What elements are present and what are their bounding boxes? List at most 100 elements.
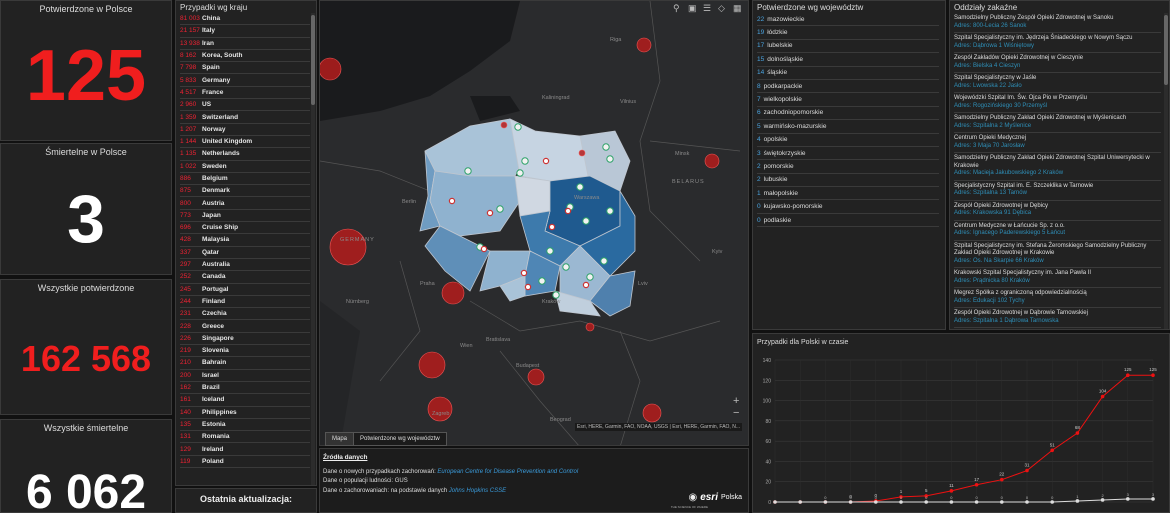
country-row[interactable]: 1 022 Sweden <box>180 161 310 173</box>
voivodeship-row[interactable]: 6 zachodniopomorskie <box>757 107 939 121</box>
country-row[interactable]: 7 798 Spain <box>180 62 310 75</box>
country-row[interactable]: 161 Iceland <box>180 394 310 407</box>
country-row[interactable]: 226 Singapore <box>180 333 310 346</box>
hospital-address: Adres: Os. Na Skarpie 66 Kraków <box>954 257 1044 264</box>
country-count: 1 144 <box>180 138 197 146</box>
country-row[interactable]: 1 144 United Kingdom <box>180 136 310 149</box>
country-row[interactable]: 337 Qatar <box>180 247 310 259</box>
country-row[interactable]: 773 Japan <box>180 210 310 223</box>
layers-icon[interactable]: ◇ <box>718 3 725 14</box>
hospital-row[interactable]: Megrez Spółka z ograniczoną odpowiedzial… <box>954 288 1161 308</box>
country-row[interactable]: 1 207 Norway <box>180 124 310 136</box>
country-row[interactable]: 1 359 Switzerland <box>180 111 310 124</box>
tab-voivodeships[interactable]: Potwierdzone wg województw <box>353 432 447 446</box>
hospital-row[interactable]: Centrum Opieki Medycznej Adres: 3 Maja 70… <box>954 133 1161 153</box>
tab-map[interactable]: Mapa <box>325 432 355 446</box>
voivodeship-name: warmińsko-mazurskie <box>763 122 827 130</box>
hospitals-scrollbar[interactable] <box>1164 13 1168 329</box>
voivodeship-row[interactable]: 8 podkarpackie <box>757 80 939 94</box>
hospital-row[interactable]: Zespół Opieki Zdrowotnej w Dąbrowie Tarn… <box>954 308 1161 328</box>
country-row[interactable]: 297 Australia <box>180 259 310 272</box>
voivodeship-row[interactable]: 15 dolnośląskie <box>757 53 939 67</box>
hospital-row[interactable]: Samodzielny Publiczny Zakład Opieki Zdro… <box>954 113 1161 133</box>
voivodeship-name: opolskie <box>763 136 788 144</box>
zoom-in-button[interactable]: + <box>733 395 739 407</box>
hospital-row[interactable]: Wojewódzki Szpital Im. Św. Ojca Pio w Pr… <box>954 93 1161 113</box>
jhu-link[interactable]: Johns Hopkins CSSE <box>449 488 506 494</box>
ecdc-link[interactable]: European Centre for Disease Prevention a… <box>437 469 578 475</box>
search-icon[interactable]: ⚲ <box>673 3 680 14</box>
country-row[interactable]: 875 Denmark <box>180 185 310 198</box>
country-row[interactable]: 252 Canada <box>180 271 310 284</box>
country-row[interactable]: 245 Portugal <box>180 284 310 296</box>
country-row[interactable]: 231 Czechia <box>180 308 310 321</box>
country-row[interactable]: 219 Slovenia <box>180 345 310 358</box>
voivodeship-row[interactable]: 7 wielkopolskie <box>757 93 939 107</box>
countries-scrollbar[interactable] <box>311 13 315 485</box>
hospital-row[interactable]: Szpital Specjalistyczny im. Jędrzeja Śni… <box>954 33 1161 53</box>
voivodeship-row[interactable]: 3 świętokrzyskie <box>757 147 939 161</box>
country-row[interactable]: 21 157 Italy <box>180 25 310 38</box>
map-panel[interactable]: Minsk BELARUS Berlin GERMANY Praha Warsz… <box>319 0 749 446</box>
country-row[interactable]: 8 162 Korea, South <box>180 50 310 63</box>
hospital-row[interactable]: Szpital Specjalistyczny im. Stefana Żero… <box>954 241 1161 268</box>
voivodeship-name: świętokrzyskie <box>763 149 806 157</box>
country-row[interactable]: 131 Romania <box>180 431 310 444</box>
voivodeship-row[interactable]: 2 lubuskie <box>757 174 939 188</box>
voivodeship-row[interactable]: 2 pomorskie <box>757 160 939 174</box>
voivodeship-row[interactable]: 5 warmińsko-mazurskie <box>757 120 939 134</box>
country-row[interactable]: 135 Estonia <box>180 419 310 432</box>
country-row[interactable]: 228 Greece <box>180 320 310 333</box>
legend-icon[interactable]: ☰ <box>703 3 711 14</box>
country-row[interactable]: 800 Austria <box>180 197 310 210</box>
country-row[interactable]: 428 Malaysia <box>180 234 310 247</box>
country-row[interactable]: 244 Finland <box>180 296 310 309</box>
country-row[interactable]: 119 Poland <box>180 456 310 468</box>
hospital-name: Szpital Specjalistyczny im. Jędrzeja Śni… <box>954 35 1133 41</box>
country-row[interactable]: 4 517 France <box>180 87 310 100</box>
country-name: Singapore <box>202 334 234 342</box>
country-row[interactable]: 210 Bahrain <box>180 357 310 370</box>
voivodeship-row[interactable]: 19 łódzkie <box>757 26 939 40</box>
sources-title[interactable]: Źródła danych <box>320 449 748 461</box>
country-row[interactable]: 5 833 Germany <box>180 74 310 87</box>
country-count: 140 <box>180 408 191 416</box>
country-row[interactable]: 81 003 China <box>180 13 310 26</box>
country-row[interactable]: 129 Ireland <box>180 443 310 456</box>
basemap-icon[interactable]: ▦ <box>733 3 742 14</box>
country-row[interactable]: 1 135 Netherlands <box>180 148 310 161</box>
hospital-row[interactable]: Zespół Zakładów Opieki Zdrowotnej w Cies… <box>954 53 1161 73</box>
country-row[interactable]: 696 Cruise Ship <box>180 222 310 235</box>
voivodeship-row[interactable]: 1 małopolskie <box>757 187 939 201</box>
zoom-out-button[interactable]: − <box>733 407 739 419</box>
hospital-row[interactable]: Samodzielny Publiczny Zespół Opieki Zdro… <box>954 13 1161 33</box>
country-row[interactable]: 13 938 Iran <box>180 38 310 50</box>
country-row[interactable]: 886 Belgium <box>180 173 310 186</box>
voivodeship-row[interactable]: 0 podlaskie <box>757 214 939 228</box>
hospital-row[interactable]: Centrum Medyczne w Łańcucie Sp. z o.o. Ad… <box>954 221 1161 241</box>
country-name: Italy <box>202 27 216 35</box>
hospital-row[interactable]: Krakowski Szpital Specjalistyczny im. Ja… <box>954 268 1161 288</box>
hospital-row[interactable]: Zespół Opieki Zdrowotnej w Dębicy Adres: … <box>954 201 1161 221</box>
voivodeship-row[interactable]: 0 kujawsko-pomorskie <box>757 200 939 214</box>
country-row[interactable]: 140 Philippines <box>180 407 310 419</box>
data-label-white: 0 <box>1001 495 1004 500</box>
hospital-row[interactable]: Szpital Specjalistyczny w Jaśle Adres: Lw… <box>954 73 1161 93</box>
voivodeship-row[interactable]: 14 śląskie <box>757 67 939 80</box>
hospital-row[interactable]: Samodzielny Publiczny Zakład Opieki Zdro… <box>954 153 1161 181</box>
voivodeship-row[interactable]: 22 mazowieckie <box>757 13 939 27</box>
country-row[interactable]: 200 Israel <box>180 370 310 382</box>
country-row[interactable]: 162 Brazil <box>180 382 310 395</box>
country-row[interactable]: 2 960 US <box>180 99 310 112</box>
voivodeship-row[interactable]: 17 lubelskie <box>757 40 939 54</box>
country-count: 162 <box>180 384 191 392</box>
zoom-to-icon[interactable]: ▣ <box>688 3 697 14</box>
hospital-address: Adres: Rogozińskiego 30 Przemyśl <box>954 102 1048 109</box>
hospital-address: Adres: 3 Maja 70 Jarosław <box>954 142 1025 149</box>
hospital-row[interactable]: Specjalistyczny Szpital im. E. Szczeklik… <box>954 181 1161 201</box>
country-count: 228 <box>180 322 191 330</box>
map-label-wien: Wien <box>460 343 473 349</box>
map-canvas[interactable]: Minsk BELARUS Berlin GERMANY Praha Warsz… <box>320 1 749 446</box>
voivodeship-row[interactable]: 4 opolskie <box>757 134 939 147</box>
voivodeship-count: 1 <box>757 189 761 197</box>
